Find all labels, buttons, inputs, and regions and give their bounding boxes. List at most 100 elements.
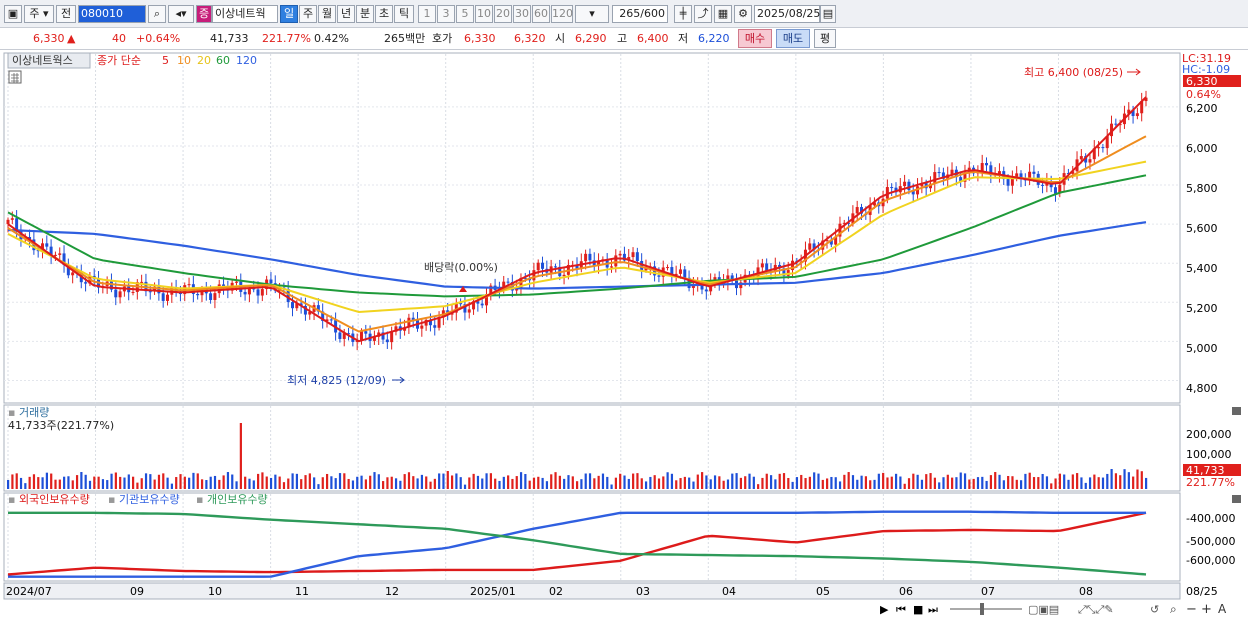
candle-body <box>196 293 200 296</box>
candle-body <box>1010 178 1014 186</box>
interval-custom-select[interactable]: ▾ <box>575 5 609 23</box>
period-second-tab[interactable]: 초 <box>375 5 393 23</box>
interval-30-button[interactable]: 30 <box>513 5 531 23</box>
calendar-icon[interactable]: ▤ <box>820 5 836 23</box>
period-month-tab[interactable]: 월 <box>318 5 336 23</box>
volume-bar <box>567 475 570 489</box>
period-minute-tab[interactable]: 분 <box>356 5 374 23</box>
reset-icon[interactable]: ↺ <box>1150 603 1159 616</box>
auto-scale-icon[interactable]: A <box>1218 602 1227 616</box>
draw-icons[interactable]: ⤢⤡⤢✎ <box>1078 603 1114 616</box>
price-tick: 5,400 <box>1186 262 1218 275</box>
period-tick-tab[interactable]: 틱 <box>394 5 414 23</box>
volume-bar <box>373 472 376 489</box>
volume-bar <box>916 474 919 489</box>
scroll-start-icon[interactable]: ⏮ <box>896 603 906 616</box>
volume-bar <box>101 479 105 489</box>
volume-bar <box>1114 473 1118 489</box>
layout-icon[interactable]: ▢▣▤ <box>1028 603 1059 616</box>
x-label: 08/25 <box>1186 585 1218 598</box>
volume-bar <box>1119 475 1122 489</box>
volume-bar <box>347 478 350 489</box>
volume-bar <box>450 475 454 489</box>
scroll-right-icon[interactable]: ▶ <box>880 603 889 616</box>
candle-body <box>1088 159 1092 163</box>
date-input[interactable]: 2025/08/25 <box>754 5 820 23</box>
volume-bar <box>644 481 648 489</box>
stop-icon[interactable]: ■ <box>913 603 923 616</box>
prev-button[interactable]: 전 <box>56 5 76 23</box>
volume-bar <box>455 473 458 489</box>
period-day-tab[interactable]: 일 <box>280 5 298 23</box>
chart-type-label: 주 <box>29 7 40 20</box>
interval-20-button[interactable]: 20 <box>494 5 512 23</box>
ask-price: 6,330 <box>464 32 496 45</box>
period-year-tab[interactable]: 년 <box>337 5 355 23</box>
stock-code-input[interactable]: 080010 <box>78 5 146 23</box>
zoom-in-icon[interactable]: + <box>1201 602 1212 617</box>
volume-bar <box>955 477 958 489</box>
volume-bar <box>588 473 592 489</box>
search-icon[interactable]: ⌕ <box>1170 602 1177 616</box>
eval-button[interactable]: 평 <box>814 29 836 48</box>
volume-bar <box>963 473 967 489</box>
interval-10-button[interactable]: 10 <box>475 5 493 23</box>
zoom-slider-handle[interactable] <box>980 603 984 615</box>
holders-close-icon[interactable] <box>1232 495 1241 503</box>
interval-1-button[interactable]: 1 <box>418 5 436 23</box>
chart-toolbar: ▣ 주 ▾ 전 080010 ⌕ ◂▾ 증 이상네트웍 일 주 월 년 분 초 … <box>0 0 1248 28</box>
indicator-icon[interactable]: ╪ <box>674 5 692 23</box>
volume-bar <box>1140 471 1143 489</box>
low-price: 6,220 <box>698 32 730 45</box>
volume-bar <box>153 479 156 489</box>
candle-body <box>161 293 165 301</box>
interval-120-button[interactable]: 120 <box>551 5 573 23</box>
interval-3-button[interactable]: 3 <box>437 5 455 23</box>
volume-bar <box>377 474 380 489</box>
sell-button[interactable]: 매도 <box>776 29 810 48</box>
chart-type-select[interactable]: 주 ▾ <box>24 5 54 23</box>
volume-bar <box>1054 478 1057 489</box>
sound-icon[interactable]: ◂▾ <box>168 5 194 23</box>
volume-bar <box>886 477 889 489</box>
period-week-tab[interactable]: 주 <box>299 5 317 23</box>
search-icon[interactable]: ⌕ <box>148 5 166 23</box>
candle-body <box>148 291 152 293</box>
volume-bar <box>1093 474 1096 489</box>
volume-bar <box>912 473 915 489</box>
volume-bar <box>1084 482 1087 489</box>
candle-body <box>635 252 639 261</box>
bar-count-field[interactable]: 265/600 <box>612 5 668 23</box>
volume-close-icon[interactable] <box>1232 407 1241 415</box>
bid-price: 6,320 <box>514 32 546 45</box>
volume-bar <box>209 476 212 489</box>
volume-bar <box>558 475 561 489</box>
stock-name-field: 이상네트웍 <box>212 5 278 23</box>
scroll-end-icon[interactable]: ⏭ <box>928 603 938 616</box>
volume-bar <box>511 478 514 489</box>
volume-value-label: 41,733주(221.77%) <box>8 419 114 432</box>
interval-5-button[interactable]: 5 <box>456 5 474 23</box>
volume-bar <box>929 473 932 489</box>
volume-bar <box>364 479 367 489</box>
legend-ma20: 20 <box>197 54 211 67</box>
scroll-controls: ▶ ⏮ ■ ⏭ ▢▣▤ ⤢⤡⤢✎ ↺ ⌕ − + A <box>880 602 1227 617</box>
stock-chart[interactable]: 이상네트웍스 종가 단순 5 10 20 60 120 LC:31.19 HC:… <box>0 50 1248 621</box>
window-icon[interactable]: ▣ <box>4 5 22 23</box>
volume-bar <box>24 483 27 489</box>
legend-foreign: ▪ 외국인보유수량 <box>8 493 90 506</box>
low-note: 최저 4,825 (12/09) <box>287 374 386 387</box>
buy-button[interactable]: 매수 <box>738 29 772 48</box>
volume-bar <box>127 474 130 489</box>
volume-bar <box>41 477 44 489</box>
price-tick: 5,000 <box>1186 342 1218 355</box>
volume-bar <box>67 476 70 489</box>
save-icon[interactable]: ▦ <box>714 5 732 23</box>
candle-body <box>985 163 989 166</box>
draw-tool-icon[interactable]: ⤴ <box>694 5 712 23</box>
gear-icon[interactable]: ⚙ <box>734 5 752 23</box>
zoom-out-icon[interactable]: − <box>1186 602 1197 617</box>
volume-bar <box>946 474 949 489</box>
interval-60-button[interactable]: 60 <box>532 5 550 23</box>
volume-bar <box>356 476 359 489</box>
